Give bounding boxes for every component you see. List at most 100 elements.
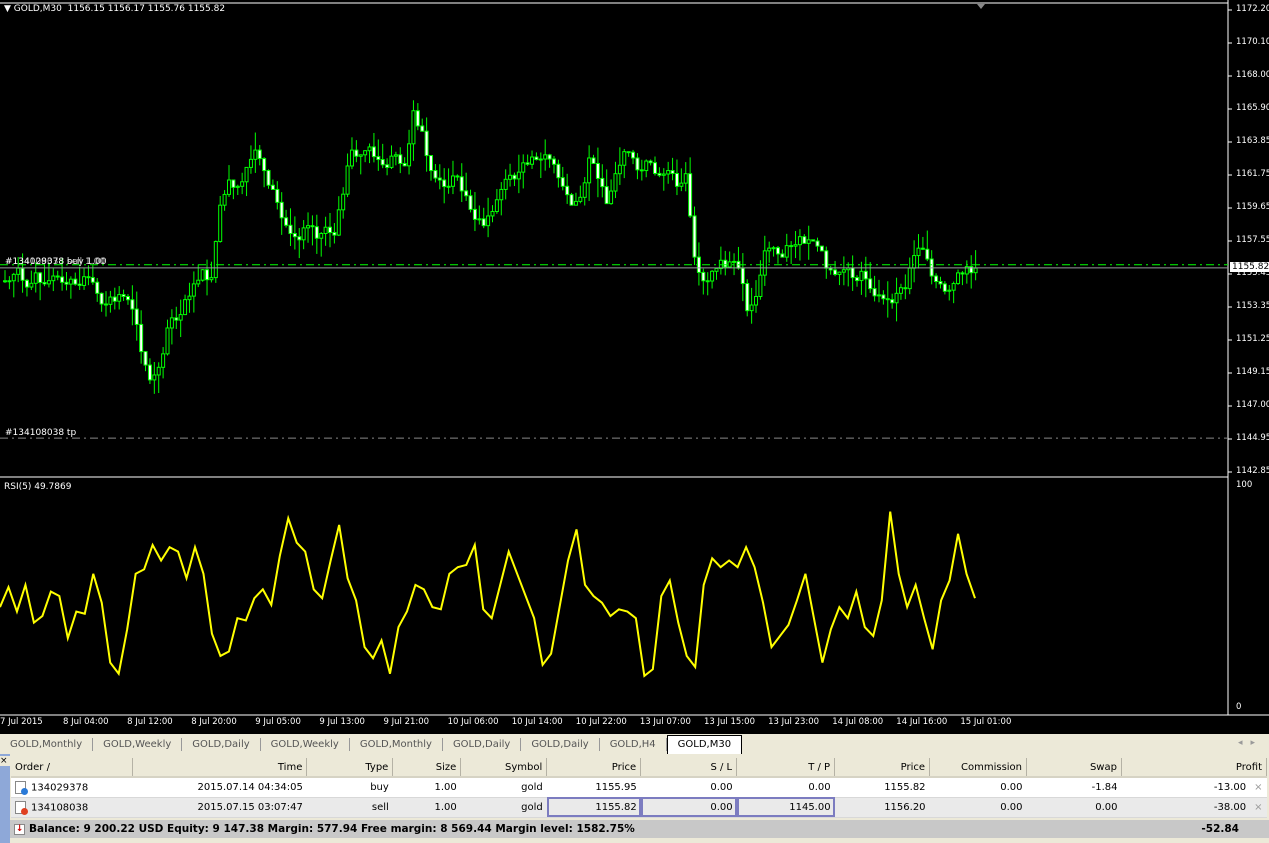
candle-body [139,323,144,353]
sell-order-label: #134108038 sell 1.00 [5,257,106,267]
candle-body [727,261,732,268]
order-cell: 1155.95 [546,777,641,798]
column-header[interactable]: Order / [11,758,134,778]
chart-tab[interactable]: GOLD,Weekly [261,737,350,751]
candle-body [775,247,780,255]
column-header[interactable]: Commission [929,758,1028,778]
candle-body [956,272,961,285]
order-row[interactable]: 134029378 2015.07.14 04:34:05 buy 1.00 gold 1… [11,777,1267,798]
column-header[interactable]: Swap [1026,758,1122,778]
candle-body [358,154,363,157]
candle-body [314,226,319,239]
candle-body [885,298,890,301]
chart-tab[interactable]: GOLD,H4 [600,737,667,751]
price-tick: 1153.35 [1236,301,1269,311]
order-cell: 0.00 [640,777,737,798]
chart-tab[interactable]: GOLD,M30 [666,735,743,755]
candle-body [24,279,29,288]
candle-body [60,276,65,283]
order-cell: 2015.07.15 03:07:47 [132,797,307,818]
cell-text: -1.84 [1091,781,1118,793]
column-header[interactable]: Price [834,758,931,778]
candle-body [424,130,429,157]
tab-scroll-arrows[interactable]: ◂▸ [1238,738,1263,748]
candle-body [297,236,302,241]
candle-body [226,179,231,195]
time-tick: 9 Jul 13:00 [319,717,365,727]
column-header[interactable]: Profit [1121,758,1268,778]
price-chart[interactable]: ▼ GOLD,M30 1156.15 1156.17 1155.76 1155.… [0,0,1269,732]
candle-body [762,250,767,276]
close-order-icon[interactable]: × [1254,802,1262,813]
candle-body [38,272,43,283]
candle-body [68,278,73,285]
candle-body [521,162,526,173]
candle-body [793,244,798,247]
candle-body [604,186,609,205]
candle-body [349,149,354,167]
candle-body [670,170,675,175]
candle-body [310,225,315,228]
candle-body [336,209,341,236]
candle-body [591,157,596,164]
candle-body [257,149,262,160]
price-tick: 1144.95 [1236,433,1269,443]
candle-body [354,149,359,157]
candle-body [863,270,868,280]
candle-body [134,308,139,325]
cell-text: 0.00 [1095,801,1118,813]
candle-body [319,232,324,239]
candle-body [376,156,381,161]
candle-body [683,173,688,184]
candle-body [165,327,170,355]
cell-text: sell [371,801,389,813]
time-tick: 14 Jul 16:00 [896,717,948,727]
chart-tab[interactable]: GOLD,Daily [182,737,261,751]
candle-body [104,303,109,306]
current-price-marker: 1155.82 [1230,262,1269,272]
column-header[interactable]: Price [546,758,642,778]
column-header[interactable]: Size [392,758,462,778]
candle-body [73,278,78,285]
column-header[interactable]: Type [306,758,394,778]
close-terminal-icon[interactable]: × [0,756,10,766]
cell-text: 0.00 [808,781,831,793]
candle-body [701,271,706,282]
order-row[interactable]: 134108038 2015.07.15 03:07:47 sell 1.00 gold… [11,797,1267,818]
candle-body [389,155,394,168]
chart-tab[interactable]: GOLD,Monthly [0,737,94,751]
chart-tabs: GOLD,Monthly GOLD,Weekly GOLD,Daily GOLD,We… [0,732,1269,755]
cell-text: 0.00 [1000,801,1023,813]
price-tick: 1161.75 [1236,169,1269,179]
candle-body [569,194,574,206]
price-tick: 1142.85 [1236,466,1269,476]
candle-body [95,281,100,294]
candle-body [538,158,543,161]
candle-body [240,181,245,187]
candle-body [187,295,192,301]
time-tick: 8 Jul 04:00 [63,717,109,727]
chart-tab[interactable]: GOLD,Daily [521,737,600,751]
balance-arrow-icon: ↓ [14,823,25,835]
column-header[interactable]: Time [132,758,308,778]
order-cell: -13.00 × [1121,777,1267,798]
chart-tab[interactable]: GOLD,Daily [443,737,522,751]
candle-body [530,156,535,165]
chart-tab[interactable]: GOLD,Weekly [93,737,183,751]
close-order-icon[interactable]: × [1254,782,1262,793]
candle-body [859,270,864,282]
column-header[interactable]: T / P [736,758,836,778]
chart-tab[interactable]: GOLD,Monthly [350,737,443,751]
candle-body [64,281,69,285]
candle-body [754,295,759,306]
candle-body [143,351,148,366]
time-tick: 13 Jul 15:00 [704,717,755,727]
column-header[interactable]: Symbol [460,758,548,778]
candle-body [332,232,337,236]
cell-text: 0.00 [1000,781,1023,793]
candle-body [292,233,297,238]
candle-body [837,271,842,275]
candle-body [973,267,978,274]
column-header[interactable]: S / L [640,758,738,778]
candle-body [147,364,152,381]
